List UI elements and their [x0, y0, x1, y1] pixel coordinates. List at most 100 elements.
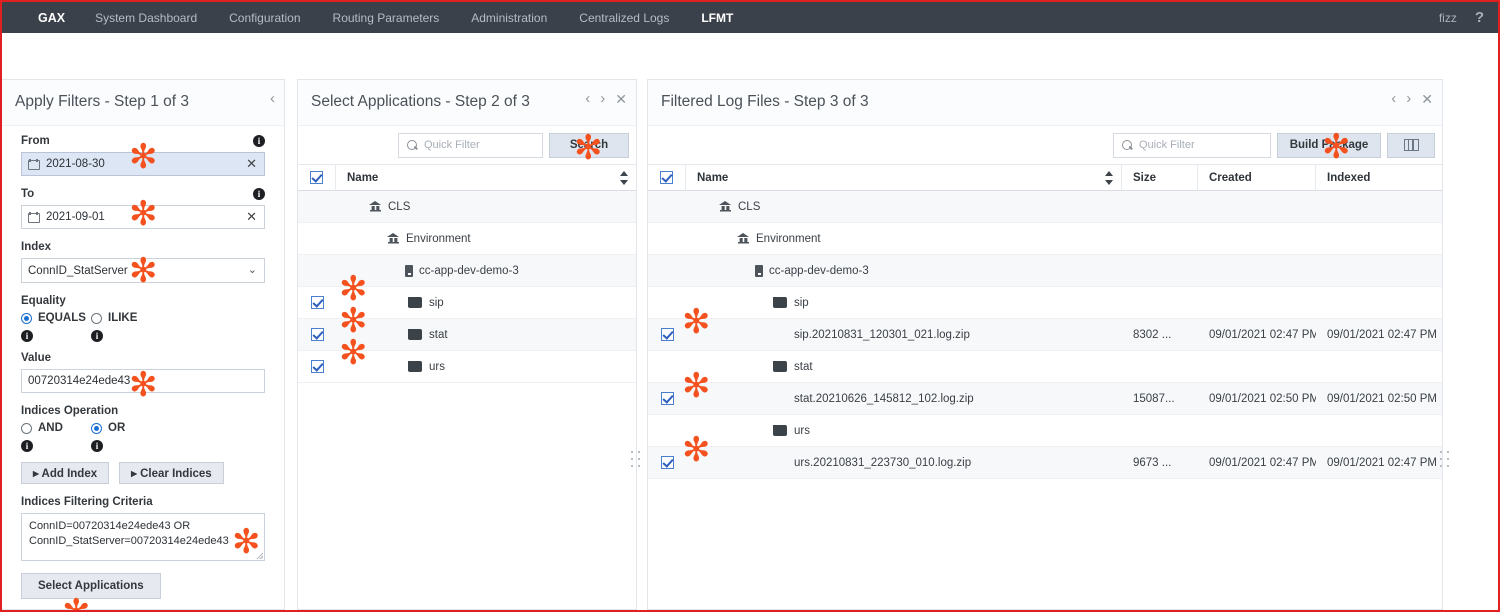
criteria-label: Indices Filtering Criteria — [21, 496, 153, 508]
chevron-down-icon: ⌄ — [247, 264, 257, 276]
row-created-cell: 09/01/2021 02:50 PM — [1209, 392, 1316, 405]
nav-item-configuration[interactable]: Configuration — [213, 11, 316, 25]
row-name-label: cc-app-dev-demo-3 — [769, 264, 869, 277]
nav-item-administration[interactable]: Administration — [455, 11, 563, 25]
help-icon[interactable]: ? — [1475, 9, 1498, 26]
info-icon-to[interactable]: i — [253, 188, 265, 200]
nav-item-centralized-logs[interactable]: Centralized Logs — [563, 11, 685, 25]
criteria-text: ConnID=00720314e24ede43 OR ConnID_StatSe… — [29, 520, 229, 547]
row-checkbox[interactable] — [298, 360, 336, 373]
checkbox-icon — [310, 296, 324, 309]
panel-splitter-left[interactable] — [631, 451, 642, 469]
panel-splitter-right[interactable] — [1440, 451, 1451, 469]
panel-apply-filters: Apply Filters - Step 1 of 3 ‹ From i 202… — [2, 79, 285, 610]
from-date-input[interactable]: 2021-08-30 ✕ — [21, 152, 265, 176]
info-icon-from[interactable]: i — [253, 135, 265, 147]
search-button[interactable]: Search — [549, 132, 629, 158]
clear-to-icon[interactable]: ✕ — [246, 210, 257, 224]
row-checkbox[interactable] — [298, 296, 336, 309]
nav-item-lfmt[interactable]: LFMT — [685, 11, 749, 25]
select-applications-button[interactable]: Select Applications — [21, 573, 161, 599]
radio-and[interactable]: AND — [21, 422, 91, 434]
column-header-name-logs[interactable]: Name — [686, 165, 1122, 190]
table-row[interactable]: CLS — [298, 191, 636, 223]
search-icon — [407, 139, 418, 151]
applications-tree: CLS Environment cc-app-dev-demo-3 sip stat ur… — [298, 191, 636, 383]
nav-user-name[interactable]: fizz — [1439, 11, 1475, 25]
quick-filter-input-logs[interactable]: Quick Filter — [1113, 132, 1271, 158]
select-all-checkbox-apps[interactable] — [298, 165, 336, 190]
column-header-size-label: Size — [1133, 171, 1157, 184]
row-checkbox[interactable] — [648, 328, 686, 341]
info-icon-equals[interactable]: i — [21, 330, 33, 342]
criteria-textarea[interactable]: ConnID=00720314e24ede43 OR ConnID_StatSe… — [21, 513, 265, 561]
splitter-dot — [1440, 451, 1442, 453]
row-name-label: urs — [429, 360, 445, 373]
panel1-controls: ‹ — [270, 91, 275, 106]
column-header-size[interactable]: Size — [1122, 165, 1198, 190]
nav-item-system-dashboard[interactable]: System Dashboard — [79, 11, 213, 25]
table-row[interactable]: stat.20210626_145812_102.log.zip 15087...… — [648, 383, 1442, 415]
info-icon-and[interactable]: i — [21, 440, 33, 452]
table-row[interactable]: CLS — [648, 191, 1442, 223]
table-row[interactable]: sip — [298, 287, 636, 319]
table-row[interactable]: sip.20210831_120301_021.log.zip 8302 ... 0… — [648, 319, 1442, 351]
index-select[interactable]: ConnID_StatServer ⌄ — [21, 258, 265, 283]
splitter-dot — [638, 451, 640, 453]
calendar-icon-from — [28, 158, 40, 170]
row-name-cell: urs.20210831_223730_010.log.zip — [686, 457, 1122, 469]
close-icon[interactable]: ✕ — [1421, 92, 1433, 106]
info-icon-or[interactable]: i — [91, 440, 103, 452]
table-row[interactable]: urs — [648, 415, 1442, 447]
add-index-button[interactable]: ▸ Add Index — [21, 462, 110, 484]
row-name-cell: cc-app-dev-demo-3 — [686, 264, 1122, 277]
table-row[interactable]: urs — [298, 351, 636, 383]
table-row[interactable]: stat — [648, 351, 1442, 383]
chevron-left-icon[interactable]: ‹ — [270, 91, 275, 106]
clear-indices-button[interactable]: ▸ Clear Indices — [119, 462, 224, 484]
info-icon-ilike[interactable]: i — [91, 330, 103, 342]
sort-icon[interactable] — [620, 171, 628, 185]
panel2-controls: ‹ › ✕ — [585, 91, 627, 106]
to-date-input[interactable]: 2021-09-01 ✕ — [21, 205, 265, 229]
row-name-label: Environment — [406, 232, 471, 245]
close-icon[interactable]: ✕ — [615, 92, 627, 106]
build-package-button[interactable]: Build Package — [1277, 132, 1381, 158]
chevron-left-icon[interactable]: ‹ — [585, 91, 590, 106]
radio-equals[interactable]: EQUALS — [21, 312, 91, 324]
chevron-right-icon[interactable]: › — [1406, 91, 1411, 106]
table-row[interactable]: Environment — [298, 223, 636, 255]
table-row[interactable]: cc-app-dev-demo-3 — [298, 255, 636, 287]
value-input[interactable]: 00720314e24ede43 — [21, 369, 265, 393]
splitter-dot — [1440, 465, 1442, 467]
table-row[interactable]: stat — [298, 319, 636, 351]
resize-grip-icon[interactable] — [256, 552, 263, 559]
indices-operation-radio-group: AND OR — [21, 422, 265, 434]
row-checkbox[interactable] — [298, 328, 336, 341]
nav-brand-gax[interactable]: GAX — [24, 11, 79, 25]
column-header-indexed[interactable]: Indexed — [1316, 165, 1442, 190]
column-chooser-button[interactable] — [1387, 132, 1435, 158]
nav-item-routing-parameters[interactable]: Routing Parameters — [317, 11, 456, 25]
clear-from-icon[interactable]: ✕ — [246, 157, 257, 171]
row-name-cell: Environment — [686, 233, 1122, 245]
quick-filter-input-apps[interactable]: Quick Filter — [398, 132, 543, 158]
quick-filter-placeholder-apps: Quick Filter — [424, 139, 480, 151]
row-indexed-cell: 09/01/2021 02:50 PM — [1327, 392, 1437, 405]
row-checkbox[interactable] — [648, 392, 686, 405]
row-checkbox[interactable] — [648, 456, 686, 469]
column-header-created[interactable]: Created — [1198, 165, 1316, 190]
select-all-checkbox-logs[interactable] — [648, 165, 686, 190]
brand-logo[interactable]: OU — [2, 2, 24, 33]
sort-icon[interactable] — [1105, 171, 1113, 185]
row-indexed-cell: 09/01/2021 02:47 PM — [1327, 456, 1437, 469]
table-row[interactable]: urs.20210831_223730_010.log.zip 9673 ... 0… — [648, 447, 1442, 479]
table-row[interactable]: cc-app-dev-demo-3 — [648, 255, 1442, 287]
table-row[interactable]: Environment — [648, 223, 1442, 255]
radio-ilike[interactable]: ILIKE — [91, 312, 161, 324]
chevron-right-icon[interactable]: › — [600, 91, 605, 106]
column-header-name-apps[interactable]: Name — [336, 165, 636, 190]
chevron-left-icon[interactable]: ‹ — [1391, 91, 1396, 106]
radio-or[interactable]: OR — [91, 422, 161, 434]
table-row[interactable]: sip — [648, 287, 1442, 319]
